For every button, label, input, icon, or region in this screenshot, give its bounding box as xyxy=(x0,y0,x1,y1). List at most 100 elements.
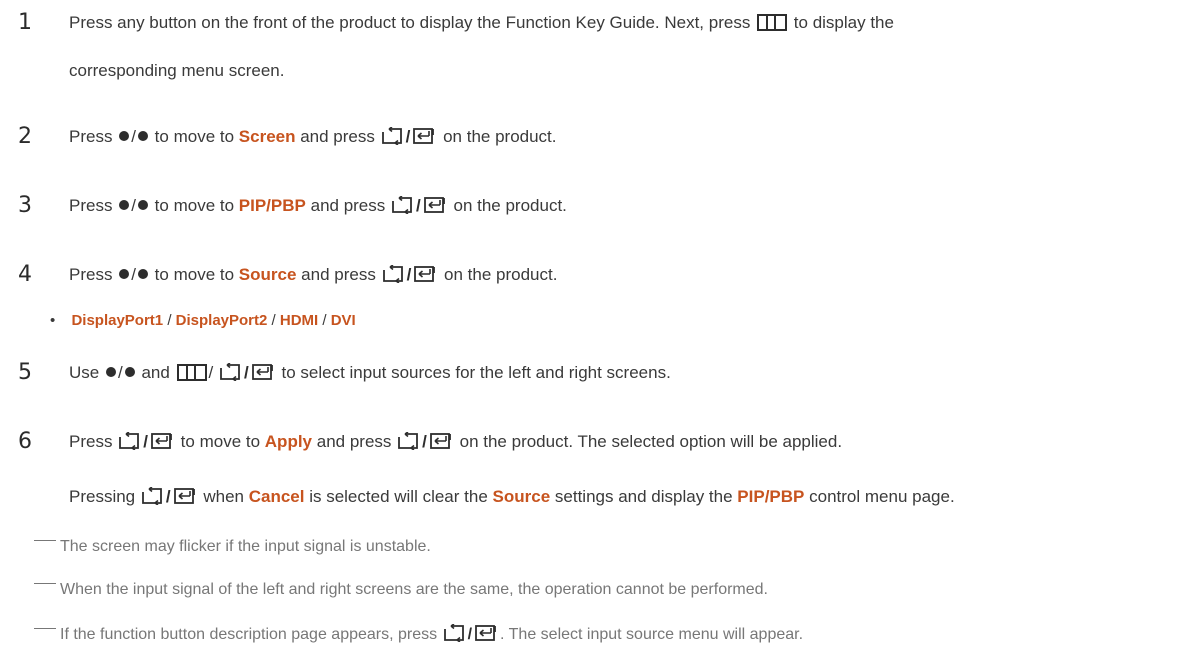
step-1-text: Press any button on the front of the pro… xyxy=(69,13,751,32)
control-menu-text: control menu page. xyxy=(809,487,955,506)
step-5-text: to select input sources for the left and… xyxy=(281,363,671,382)
enter-icon xyxy=(475,625,496,641)
source-menu-label: Source xyxy=(238,265,297,284)
step-number-5: 5 xyxy=(18,360,32,385)
when-text: when xyxy=(203,487,244,506)
return-icon xyxy=(392,196,412,214)
slash-text: / xyxy=(467,626,473,643)
slash-text: / xyxy=(131,127,136,146)
slash-text: / xyxy=(131,196,136,215)
note-2: When the input signal of the left and ri… xyxy=(34,577,768,603)
pressing-text: Pressing xyxy=(69,487,136,506)
dot-icon xyxy=(105,367,116,377)
dot-icon xyxy=(119,269,130,279)
slash-text: / xyxy=(271,312,276,329)
return-icon xyxy=(381,127,402,145)
and-press-text: and press xyxy=(301,265,376,284)
note-dash xyxy=(34,583,56,584)
return-icon xyxy=(443,624,464,642)
and-press-text: and press xyxy=(316,432,392,451)
return-icon xyxy=(119,432,140,450)
press-text: Press xyxy=(69,265,113,284)
press-text: Press xyxy=(69,196,113,215)
step-number-3: 3 xyxy=(18,193,32,218)
dot-icon xyxy=(124,367,135,377)
return-icon xyxy=(141,487,162,505)
to-move-text: to move to xyxy=(180,432,261,451)
note-3-text-tail: . The select input source menu will appe… xyxy=(500,626,804,643)
press-text: Press xyxy=(69,432,113,451)
slash-text: / xyxy=(143,432,148,451)
source-bullet: • DisplayPort1 / DisplayPort2 / HDMI / D… xyxy=(50,308,356,334)
note-dash xyxy=(34,628,56,629)
slash-text: / xyxy=(422,432,427,451)
note-3-text: If the function button description page … xyxy=(60,626,438,643)
slash-text: / xyxy=(117,363,123,382)
source-option-dvi: DVI xyxy=(330,312,356,329)
on-product-text: on the product. xyxy=(453,196,567,215)
on-product-text: on the product. xyxy=(443,127,557,146)
on-product-text: on the product. xyxy=(444,265,558,284)
to-move-text: to move to xyxy=(154,265,235,284)
press-text: Press xyxy=(69,127,113,146)
step-number-4: 4 xyxy=(18,262,32,287)
is-selected-text: is selected will clear the xyxy=(309,487,488,506)
source-menu-label: Source xyxy=(492,487,551,506)
slash-text: / xyxy=(406,265,412,284)
step-6-text: on the product. The selected option will… xyxy=(459,432,843,451)
menu-icon xyxy=(176,364,207,381)
step-6-line: Press / to move to Apply and press / on … xyxy=(69,429,842,455)
dot-icon xyxy=(137,131,148,141)
enter-icon xyxy=(251,364,273,380)
slash-text: / xyxy=(208,363,214,382)
note-2-text: When the input signal of the left and ri… xyxy=(60,581,768,598)
screen-menu-label: Screen xyxy=(238,127,296,146)
step-1-text-tail: to display the xyxy=(793,13,894,32)
step-number-2: 2 xyxy=(18,124,32,149)
note-dash xyxy=(34,540,56,541)
slash-text: / xyxy=(167,312,172,329)
dot-icon xyxy=(119,200,130,210)
slash-text: / xyxy=(322,312,327,329)
note-3: If the function button description page … xyxy=(34,622,803,648)
and-press-text: and press xyxy=(310,196,386,215)
enter-icon xyxy=(151,433,172,449)
use-text: Use xyxy=(69,363,100,382)
dot-icon xyxy=(137,200,148,210)
note-1: The screen may flicker if the input sign… xyxy=(34,534,431,560)
enter-icon xyxy=(173,488,195,504)
return-icon xyxy=(220,363,240,381)
source-option-displayport1: DisplayPort1 xyxy=(71,312,164,329)
step-6-cancel-line: Pressing / when Cancel is selected will … xyxy=(69,484,955,510)
source-option-displayport2: DisplayPort2 xyxy=(175,312,268,329)
dot-icon xyxy=(137,269,148,279)
cancel-option-label: Cancel xyxy=(248,487,305,506)
slash-text: / xyxy=(244,363,249,382)
and-press-text: and press xyxy=(300,127,375,146)
dot-icon xyxy=(119,131,130,141)
step-number-6: 6 xyxy=(18,429,32,454)
settings-text: settings and display the xyxy=(554,487,733,506)
source-option-hdmi: HDMI xyxy=(279,312,319,329)
step-2-line: Press / to move to Screen and press / on… xyxy=(69,124,557,150)
slash-text: / xyxy=(165,487,171,506)
step-1-line-1: Press any button on the front of the pro… xyxy=(69,10,894,36)
pip-pbp-menu-label: PIP/PBP xyxy=(238,196,306,215)
enter-icon xyxy=(413,128,435,144)
slash-text: / xyxy=(131,265,136,284)
menu-icon xyxy=(757,14,788,31)
step-5-line: Use / and / / to select input sources fo… xyxy=(69,360,671,386)
slash-text: / xyxy=(405,127,411,146)
note-1-text: The screen may flicker if the input sign… xyxy=(60,538,431,555)
step-1-text-cont: corresponding menu screen. xyxy=(69,61,285,80)
pip-pbp-menu-label: PIP/PBP xyxy=(737,487,805,506)
return-icon xyxy=(398,432,419,450)
to-move-text: to move to xyxy=(154,196,235,215)
slash-text: / xyxy=(416,196,421,215)
bullet-icon: • xyxy=(50,312,56,329)
step-3-line: Press / to move to PIP/PBP and press / o… xyxy=(69,193,567,219)
step-4-line: Press / to move to Source and press / on… xyxy=(69,262,557,288)
enter-icon xyxy=(423,197,445,213)
to-move-text: to move to xyxy=(154,127,235,146)
apply-option-label: Apply xyxy=(264,432,313,451)
